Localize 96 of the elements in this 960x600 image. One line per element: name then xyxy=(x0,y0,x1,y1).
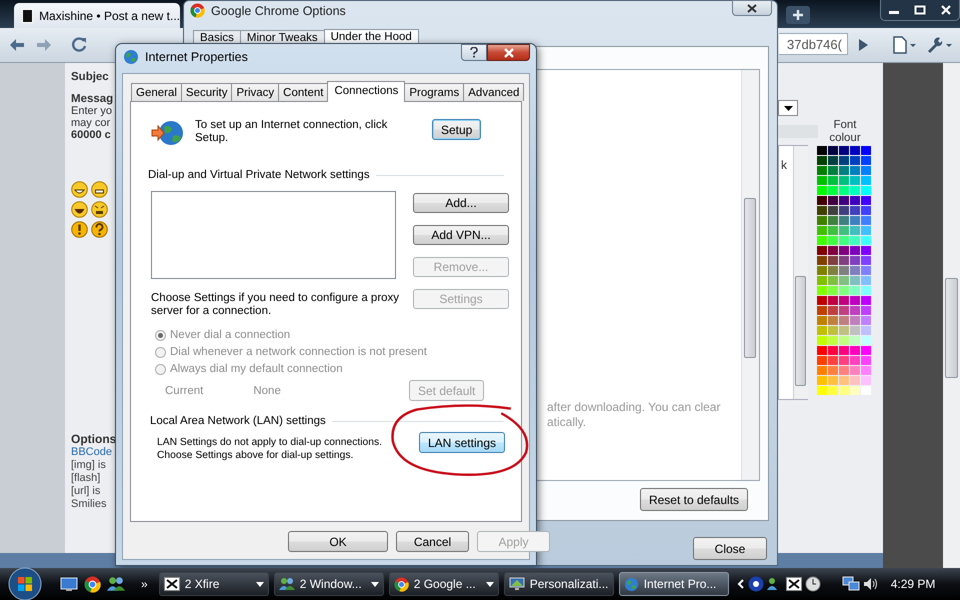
add-button[interactable]: Add... xyxy=(413,193,509,213)
start-button[interactable] xyxy=(8,567,42,600)
taskbar-button[interactable]: Internet Pro... xyxy=(618,572,729,596)
caret-icon xyxy=(256,582,264,586)
angry-smiley-icon[interactable] xyxy=(91,201,108,218)
laughing-smiley-icon[interactable] xyxy=(71,201,88,218)
character-limit: 60000 c xyxy=(71,129,112,141)
lan-description: LAN Settings do not apply to dial-up connections. Choose Settings above for dial-up settings. xyxy=(157,436,383,462)
globe-arrow-icon xyxy=(151,119,185,147)
people-icon[interactable] xyxy=(107,576,125,592)
colour-palette-drawing[interactable] xyxy=(817,146,871,396)
plus-icon xyxy=(792,9,804,21)
close-icon xyxy=(746,4,758,12)
dialog-tab[interactable]: Privacy xyxy=(231,83,280,101)
subject-label: Subjec xyxy=(71,71,110,83)
lan-settings-button[interactable]: LAN settings xyxy=(418,432,505,453)
current-label: Current xyxy=(165,384,204,396)
option-note: [url] is xyxy=(71,485,102,498)
group-label: Local Area Network (LAN) settings xyxy=(150,415,326,427)
dialog-tab[interactable]: Advanced xyxy=(463,83,524,101)
globe-icon xyxy=(123,49,139,65)
download-note: after downloading. You can clear atically. xyxy=(547,400,720,430)
chrome-icon xyxy=(190,3,205,18)
message-hint: Enter yo xyxy=(71,105,113,117)
more-button[interactable]: » xyxy=(141,577,148,591)
network-icon[interactable] xyxy=(842,576,860,592)
add-vpn-button[interactable]: Add VPN... xyxy=(413,225,509,245)
clock: 4:29 PM xyxy=(890,577,936,591)
help-icon xyxy=(470,47,478,58)
taskbar-button[interactable]: Personalizati... xyxy=(504,572,614,596)
scrollbar[interactable] xyxy=(741,70,759,480)
dialog-title: Internet Properties xyxy=(145,50,248,64)
browser-tab[interactable]: Maxishine • Post a new t... xyxy=(14,3,180,28)
proxy-description: Choose Settings if you need to configure a proxy server for a connection. xyxy=(151,292,400,318)
select-field[interactable] xyxy=(778,100,798,116)
cancel-button[interactable]: Cancel xyxy=(396,531,469,552)
taskbar-button[interactable]: 2 Google ... xyxy=(388,572,499,596)
help-button[interactable] xyxy=(461,44,487,61)
chevron-icon[interactable] xyxy=(736,579,745,589)
close-icon xyxy=(502,48,514,58)
grinning-smiley-icon[interactable] xyxy=(71,181,88,198)
current-value: None xyxy=(253,384,281,396)
dialog-tab[interactable]: Programs xyxy=(404,83,464,101)
setup-button[interactable]: Setup xyxy=(432,119,482,140)
setup-description: To set up an Internet connection, click Setup. xyxy=(195,119,388,145)
clock-icon[interactable] xyxy=(804,576,821,592)
message-hint: may cor xyxy=(71,117,112,129)
caret-icon xyxy=(784,106,792,110)
scrollbar[interactable] xyxy=(793,146,808,399)
site-icon xyxy=(22,8,34,22)
caret-icon xyxy=(486,582,494,586)
play-icon[interactable] xyxy=(856,38,870,52)
close-button[interactable] xyxy=(487,44,530,61)
dialog-tab[interactable]: Connections xyxy=(327,81,406,102)
question-icon[interactable] xyxy=(91,221,108,238)
globe-icon xyxy=(624,576,639,592)
option-note: [flash] xyxy=(71,472,102,485)
maximize-icon[interactable] xyxy=(914,5,926,15)
ok-button[interactable]: OK xyxy=(288,531,388,552)
connection-list[interactable] xyxy=(151,191,396,279)
monitor-icon xyxy=(508,577,525,591)
chrome-icon xyxy=(84,576,101,592)
volume-icon[interactable] xyxy=(862,576,879,592)
group-label: Dial-up and Virtual Private Network settings xyxy=(148,169,370,181)
new-tab-button[interactable] xyxy=(786,6,810,24)
message-text: k xyxy=(781,158,787,172)
option-note: [img] is xyxy=(71,459,107,472)
bbcode-link[interactable]: BBCode xyxy=(71,446,116,459)
wrench-icon[interactable] xyxy=(926,36,954,54)
font-colour-label: Font colour xyxy=(828,119,862,145)
dialog-tab[interactable]: General xyxy=(131,83,182,101)
page-scrollbar[interactable] xyxy=(943,63,960,568)
caret-icon xyxy=(370,582,379,586)
tab-title: Maxishine • Post a new t... xyxy=(39,8,180,22)
close-button[interactable] xyxy=(732,0,772,16)
people-icon xyxy=(278,577,295,591)
back-icon[interactable] xyxy=(8,37,26,53)
options-heading: Options xyxy=(71,432,116,446)
taskbar-button[interactable]: 2 Window... xyxy=(274,572,384,596)
tray-circle-icon[interactable] xyxy=(748,576,764,592)
window-title: Google Chrome Options xyxy=(211,4,346,18)
desktop-icon[interactable] xyxy=(60,576,78,592)
message-label: Messag xyxy=(71,93,114,105)
exclamation-icon[interactable] xyxy=(71,221,88,238)
reset-button[interactable]: Reset to defaults xyxy=(640,488,748,511)
dialog-tab[interactable]: Security xyxy=(180,83,232,101)
neutral-smiley-icon[interactable] xyxy=(91,181,108,198)
address-field[interactable]: 37db746( xyxy=(779,33,848,55)
close-icon[interactable] xyxy=(940,5,952,15)
dialog-tab[interactable]: Content xyxy=(278,83,328,101)
option-note: Smilies xyxy=(71,498,108,511)
chrome-icon xyxy=(394,576,409,592)
page-menu-icon[interactable] xyxy=(892,36,918,54)
taskbar-button[interactable]: 2 Xfire xyxy=(158,572,269,596)
reload-icon[interactable] xyxy=(70,36,88,54)
close-button[interactable]: Close xyxy=(693,537,767,560)
